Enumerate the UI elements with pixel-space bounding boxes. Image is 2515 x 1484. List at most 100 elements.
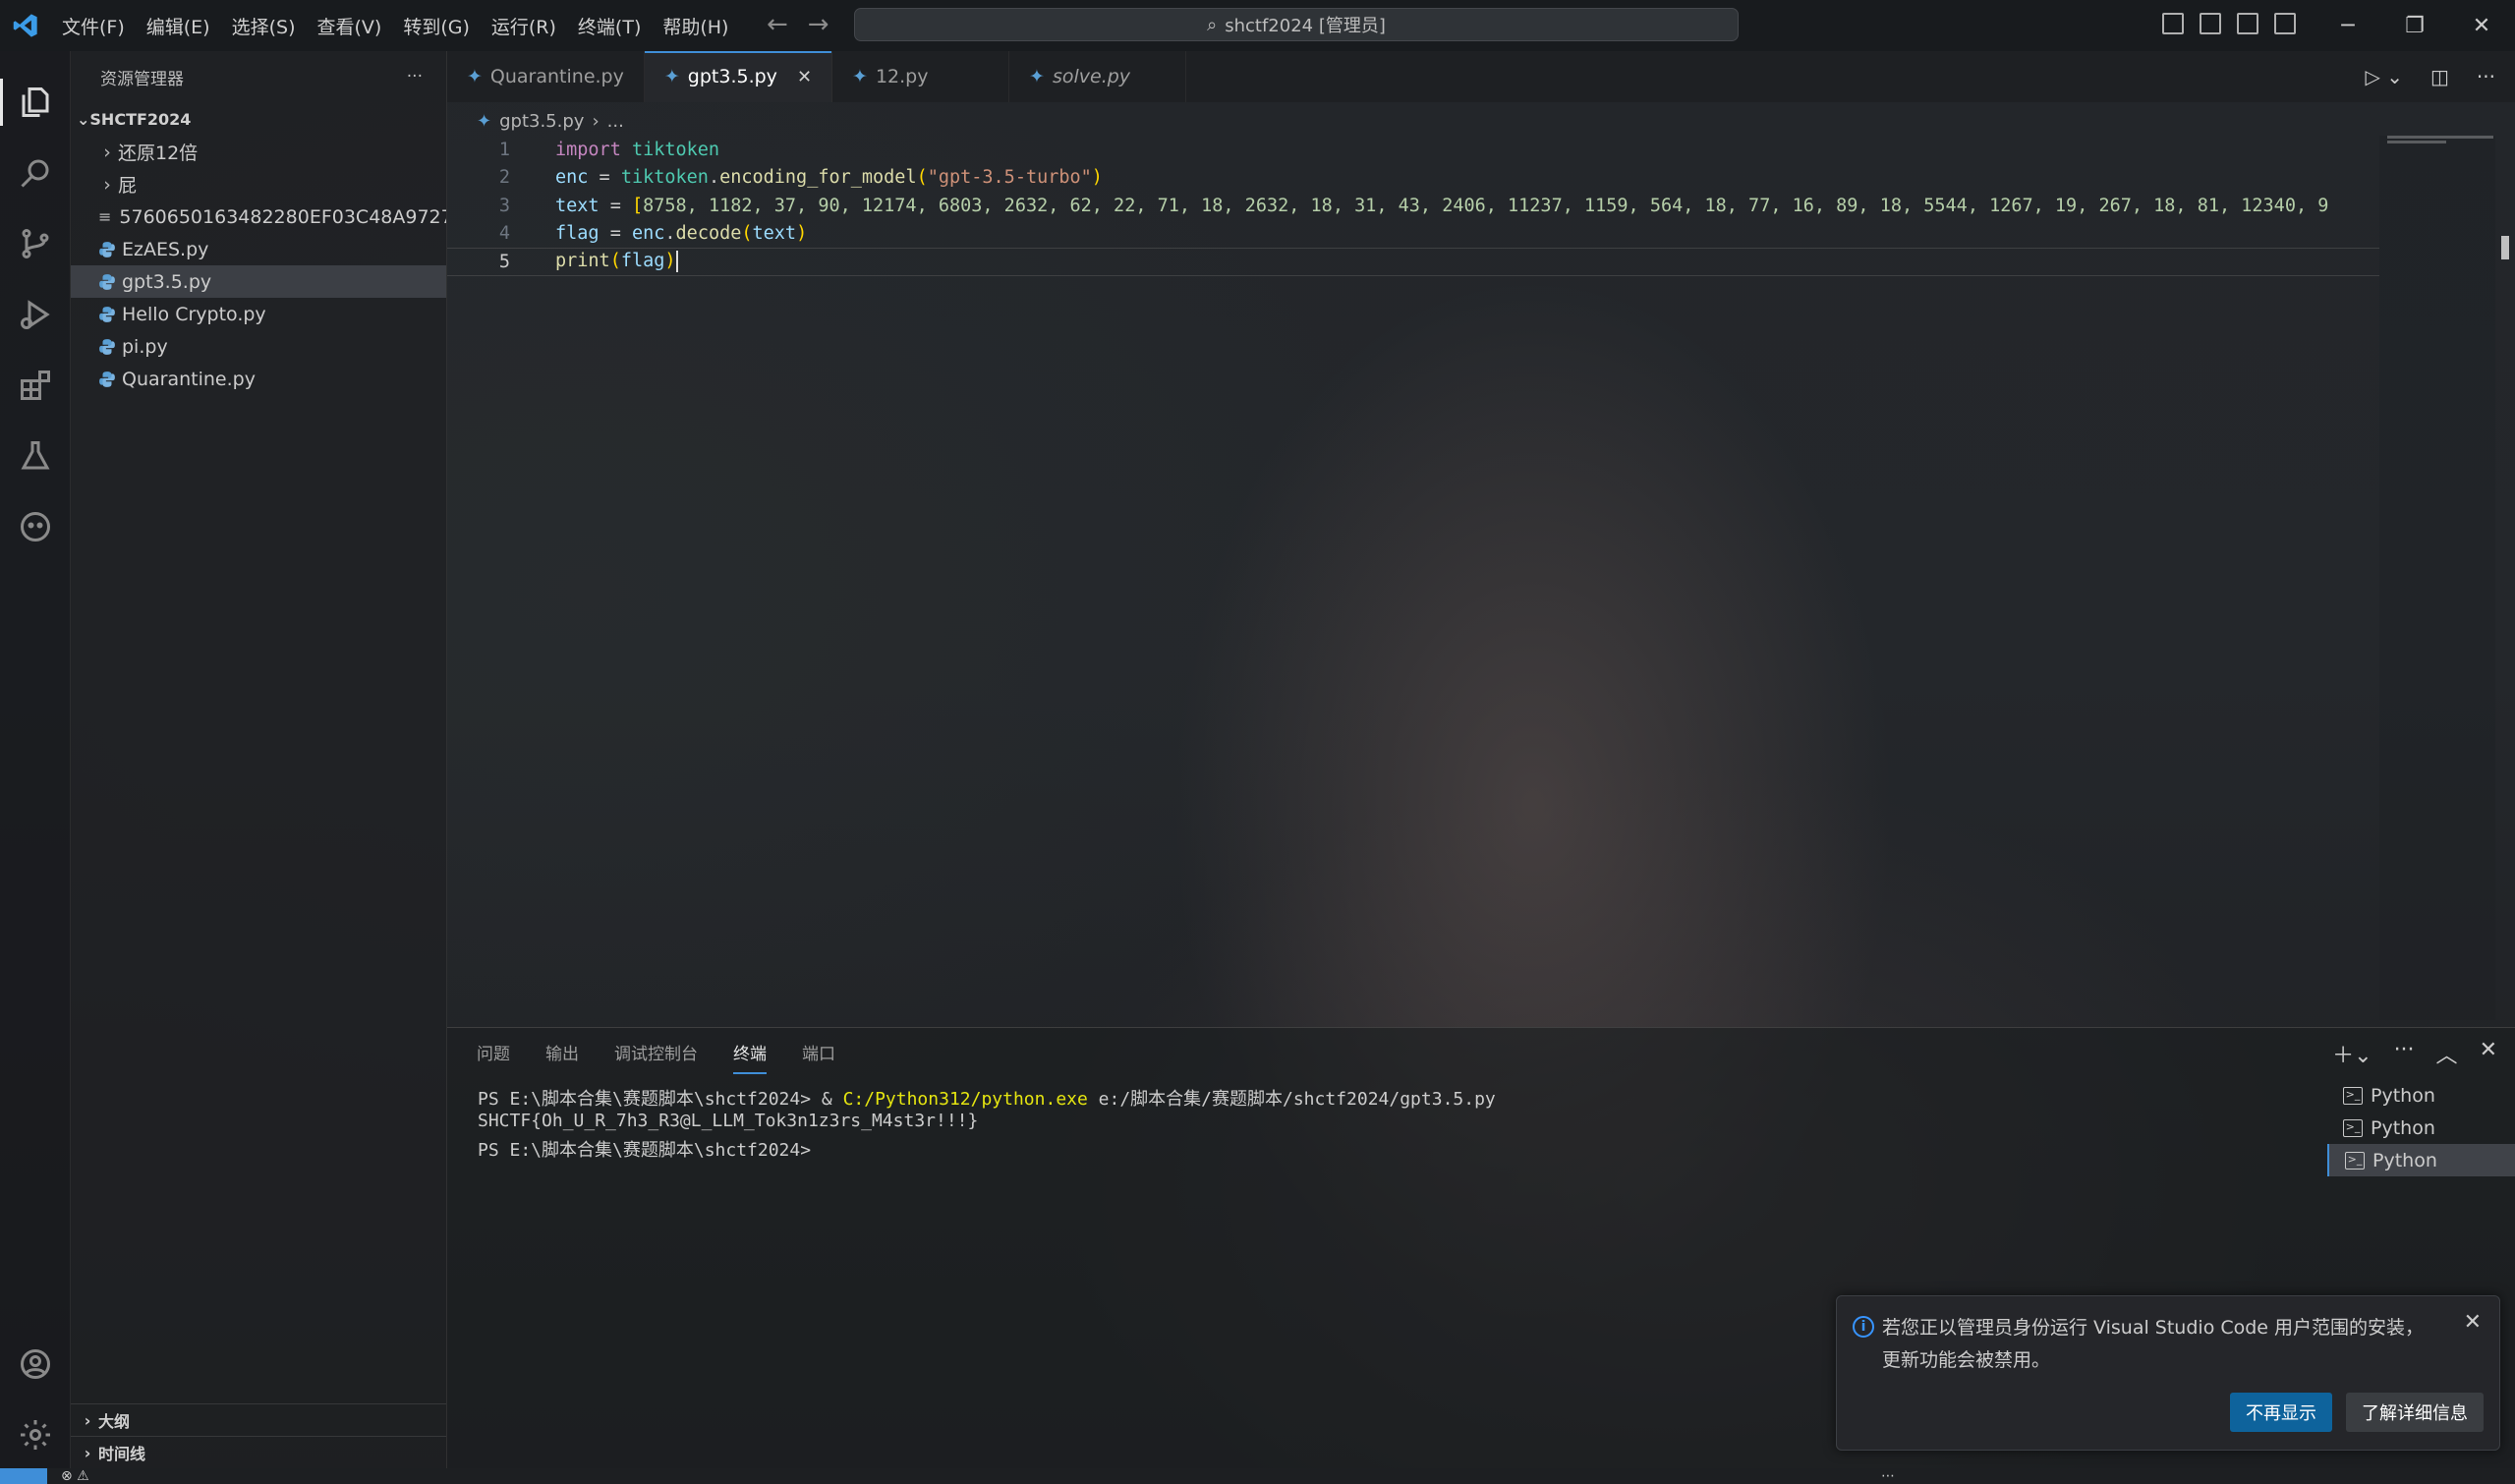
code-line: 2 enc = tiktoken.encoding_for_model("gpt… xyxy=(447,164,2379,193)
tree-item-file[interactable]: Hello Crypto.py xyxy=(71,298,446,330)
run-and-debug-icon[interactable] xyxy=(0,279,71,350)
tree-item-label: 5760650163482280EF03C48A97277F... xyxy=(119,205,446,228)
menu-help[interactable]: 帮助(H) xyxy=(652,13,739,39)
tab-label: 12.py xyxy=(875,66,929,87)
terminal-icon: >_ xyxy=(2343,1118,2363,1137)
editor-actions: ▷ ⌄ ◫ ··· xyxy=(2366,65,2495,88)
tab-output[interactable]: 输出 xyxy=(545,1040,579,1074)
terminal-instance[interactable]: >_ Python xyxy=(2327,1112,2515,1144)
command-center-search[interactable]: ⌕ shctf2024 [管理员] xyxy=(854,8,1739,41)
extensions-icon[interactable] xyxy=(0,350,71,421)
terminal-icon: >_ xyxy=(2343,1086,2363,1105)
testing-flask-icon[interactable] xyxy=(0,421,71,491)
close-window-icon[interactable]: ✕ xyxy=(2448,0,2515,51)
menu-view[interactable]: 查看(V) xyxy=(307,13,393,39)
back-arrow-icon[interactable]: ← xyxy=(767,10,788,39)
maximize-panel-icon[interactable]: ︿ xyxy=(2436,1038,2458,1069)
split-editor-icon[interactable]: ◫ xyxy=(2430,65,2449,88)
bracket: ( xyxy=(916,167,928,189)
tree-item-file-selected[interactable]: gpt3.5.py xyxy=(71,265,446,298)
status-item[interactable]: ⋯ xyxy=(1881,1468,1895,1484)
python-file-icon xyxy=(99,306,115,322)
tab-terminal[interactable]: 终端 xyxy=(733,1040,767,1074)
workspace-root[interactable]: ⌄ SHCTF2024 xyxy=(71,102,446,136)
menu-file[interactable]: 文件(F) xyxy=(51,13,136,39)
dot: . xyxy=(708,167,720,189)
info-icon: i xyxy=(1853,1316,1874,1338)
menu-selection[interactable]: 选择(S) xyxy=(221,13,307,39)
status-left: ⊗ ⚠ xyxy=(61,1468,89,1484)
breadcrumb-file[interactable]: gpt3.5.py xyxy=(499,111,584,132)
tab-solve[interactable]: ✦ solve.py xyxy=(1009,51,1187,102)
tree-item-file[interactable]: EzAES.py xyxy=(71,233,446,265)
bracket: ) xyxy=(1091,167,1103,189)
python-file-icon xyxy=(99,241,115,257)
panel-actions: ＋⌄ ··· ︿ ✕ xyxy=(2332,1038,2497,1069)
toggle-primary-sidebar-icon[interactable] xyxy=(2162,13,2184,34)
account-icon[interactable] xyxy=(0,1329,71,1399)
dont-show-again-button[interactable]: 不再显示 xyxy=(2230,1393,2332,1432)
notification-message: 若您正以管理员身份运行 Visual Studio Code 用户范围的安装，更… xyxy=(1882,1317,2425,1371)
toggle-secondary-sidebar-icon[interactable] xyxy=(2237,13,2258,34)
menu-edit[interactable]: 编辑(E) xyxy=(136,13,221,39)
terminal-argument: e:/脚本合集/赛题脚本/shctf2024/gpt3.5.py xyxy=(1087,1089,1496,1110)
close-panel-icon[interactable]: ✕ xyxy=(2480,1038,2497,1069)
more-actions-icon[interactable]: ··· xyxy=(2394,1038,2415,1069)
tab-quarantine[interactable]: ✦ Quarantine.py xyxy=(447,51,645,102)
minimize-icon[interactable]: ─ xyxy=(2315,0,2381,51)
minimap-line xyxy=(2387,136,2493,139)
settings-gear-icon[interactable] xyxy=(0,1399,71,1470)
tab-gpt35[interactable]: ✦ gpt3.5.py ✕ xyxy=(644,51,833,102)
variable: enc xyxy=(555,167,589,189)
restore-icon[interactable]: ❐ xyxy=(2381,0,2448,51)
tree-item-file[interactable]: ≡ 5760650163482280EF03C48A97277F... xyxy=(71,200,446,233)
tree-item-file[interactable]: Quarantine.py xyxy=(71,363,446,395)
keyword: import xyxy=(555,139,621,160)
search-view-icon[interactable] xyxy=(0,138,71,208)
tree-item-folder[interactable]: › 还原12倍 xyxy=(71,136,446,168)
tab-debug-console[interactable]: 调试控制台 xyxy=(614,1040,698,1074)
module-name: tiktoken xyxy=(631,139,720,160)
tab-label: solve.py xyxy=(1052,66,1131,87)
breadcrumb-rest[interactable]: ... xyxy=(607,111,624,132)
remote-indicator[interactable] xyxy=(0,1468,47,1484)
new-terminal-icon[interactable]: ＋⌄ xyxy=(2332,1038,2372,1069)
explorer-icon[interactable] xyxy=(0,67,71,138)
forward-arrow-icon[interactable]: → xyxy=(808,10,829,39)
terminal-instance-active[interactable]: >_ Python xyxy=(2327,1144,2515,1176)
timeline-section[interactable]: › 时间线 xyxy=(71,1436,446,1468)
terminal-output[interactable]: PS E:\脚本合集\赛题脚本\shctf2024> & C:/Python31… xyxy=(478,1085,2345,1162)
tree-item-folder[interactable]: › 屁 xyxy=(71,168,446,200)
scrollbar-marker[interactable] xyxy=(2501,236,2509,259)
customize-layout-icon[interactable] xyxy=(2274,13,2296,34)
more-actions-icon[interactable]: ··· xyxy=(407,67,423,86)
more-actions-icon[interactable]: ··· xyxy=(2477,65,2495,88)
operator: = xyxy=(588,167,621,189)
python-file-icon xyxy=(99,273,115,290)
terminal-instance[interactable]: >_ Python xyxy=(2327,1079,2515,1112)
argument: flag xyxy=(620,251,665,272)
learn-more-button[interactable]: 了解详细信息 xyxy=(2346,1393,2484,1432)
source-control-icon[interactable] xyxy=(0,208,71,279)
tab-12[interactable]: ✦ 12.py xyxy=(832,51,1010,102)
menu-go[interactable]: 转到(G) xyxy=(392,13,481,39)
function-name: decode xyxy=(675,223,742,245)
terminal-list: >_ Python >_ Python >_ Python xyxy=(2327,1079,2515,1176)
tree-item-file[interactable]: pi.py xyxy=(71,330,446,363)
code-editor[interactable]: 1 import tiktoken 2 enc = tiktoken.encod… xyxy=(447,136,2379,1020)
menu-run[interactable]: 运行(R) xyxy=(481,13,567,39)
menu-terminal[interactable]: 终端(T) xyxy=(567,13,652,39)
toggle-panel-icon[interactable] xyxy=(2200,13,2221,34)
close-notification-icon[interactable]: ✕ xyxy=(2464,1310,2482,1335)
minimap[interactable] xyxy=(2379,136,2495,1020)
tab-ports[interactable]: 端口 xyxy=(802,1040,835,1074)
tree-item-label: Hello Crypto.py xyxy=(122,303,266,325)
problems-status-icon[interactable]: ⊗ ⚠ xyxy=(61,1468,89,1484)
string-literal: "gpt-3.5-turbo" xyxy=(927,167,1092,189)
chevron-right-icon: › xyxy=(84,1443,91,1462)
close-tab-icon[interactable]: ✕ xyxy=(797,67,812,87)
outline-section[interactable]: › 大纲 xyxy=(71,1403,446,1436)
run-python-file-icon[interactable]: ▷ ⌄ xyxy=(2366,65,2404,88)
tab-problems[interactable]: 问题 xyxy=(477,1040,510,1074)
github-icon[interactable] xyxy=(0,491,71,562)
